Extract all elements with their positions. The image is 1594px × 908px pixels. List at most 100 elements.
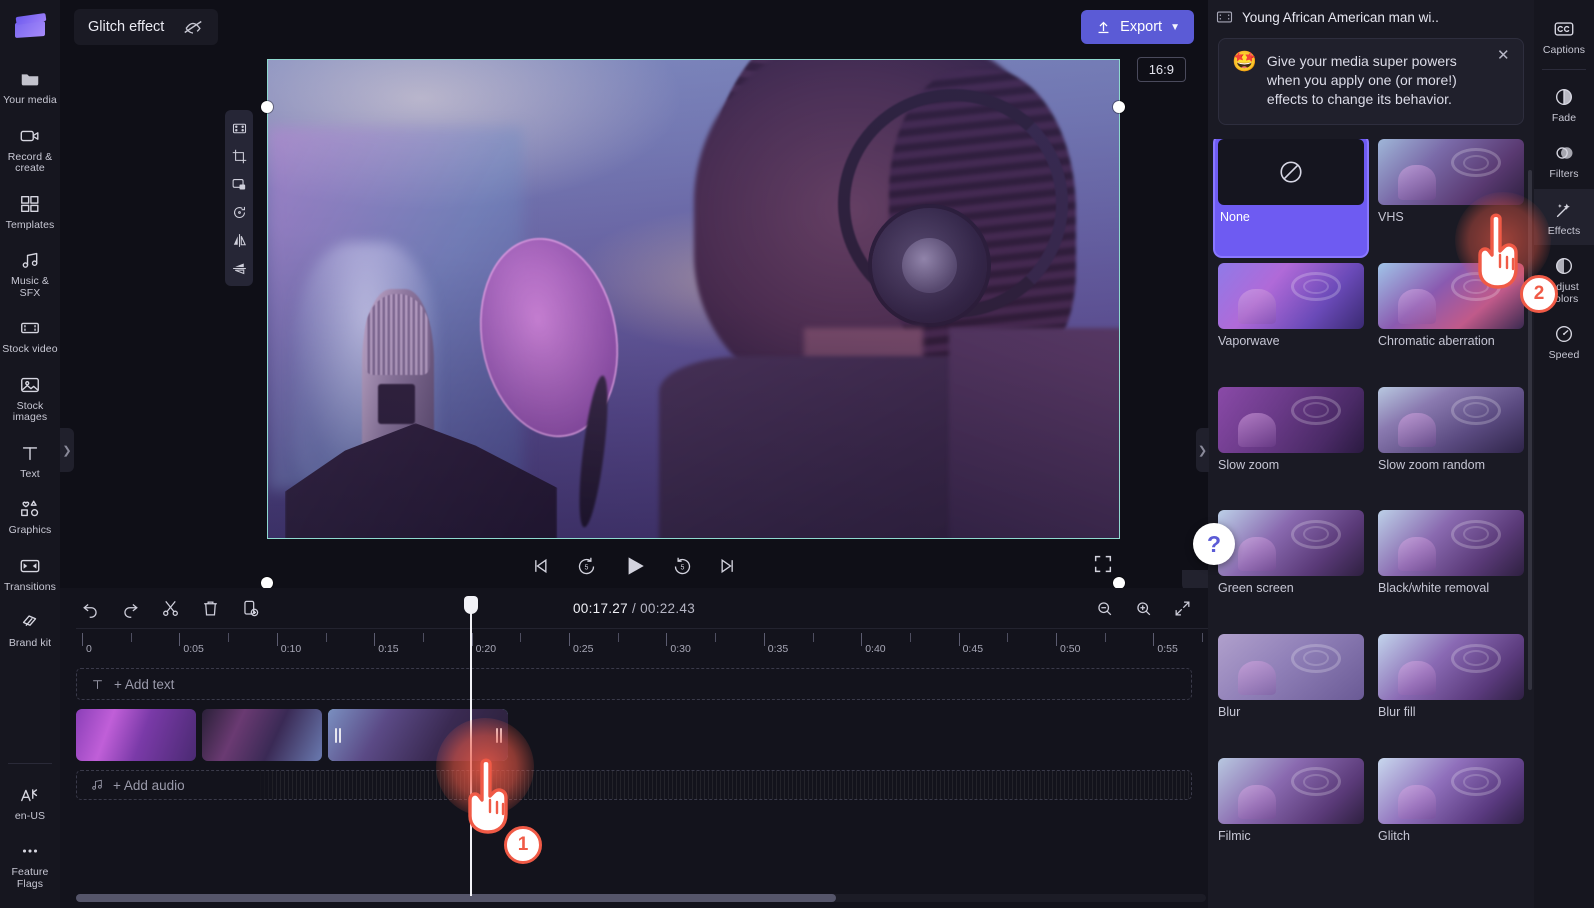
effect-option[interactable]: Blur — [1218, 634, 1364, 748]
picture-in-picture-icon[interactable] — [226, 171, 252, 197]
forward-5-button[interactable]: 5 — [669, 553, 695, 579]
effect-option[interactable]: Chromatic aberration — [1378, 262, 1524, 377]
selected-media-title: Young African American man wi.. — [1242, 9, 1439, 25]
add-text-track[interactable]: + Add text — [76, 668, 1192, 700]
effect-option[interactable]: Vaporwave — [1218, 262, 1364, 377]
rail-item-captions[interactable]: Captions — [1534, 8, 1594, 65]
sidebar-item-record-create[interactable]: Record & create — [0, 115, 60, 183]
effect-thumbnail — [1378, 634, 1524, 701]
zoom-in-button[interactable] — [1131, 596, 1155, 620]
effect-option[interactable]: Filmic — [1218, 758, 1364, 872]
undo-button[interactable] — [78, 596, 102, 620]
timeline-horizontal-scrollbar[interactable] — [76, 894, 1206, 902]
hide-preview-icon[interactable] — [182, 16, 204, 38]
clip-trim-handle-right[interactable] — [494, 725, 503, 745]
svg-text:5: 5 — [584, 564, 588, 571]
flip-vertical-icon[interactable] — [226, 255, 252, 281]
image-icon — [18, 373, 42, 397]
rail-item-label: Transitions — [3, 580, 57, 593]
playhead-handle[interactable] — [464, 596, 478, 614]
sidebar-item-graphics[interactable]: Graphics — [0, 488, 60, 545]
ellipsis-icon — [18, 839, 42, 863]
export-button[interactable]: Export ▼ — [1081, 10, 1194, 44]
skip-to-start-button[interactable] — [527, 553, 553, 579]
sidebar-item-music-sfx[interactable]: Music & SFX — [0, 239, 60, 307]
video-preview[interactable] — [267, 59, 1120, 539]
expand-left-panel-chevron[interactable]: ❯ — [60, 428, 74, 472]
rail-item-speed[interactable]: Speed — [1534, 313, 1594, 370]
timeline-clip[interactable] — [202, 709, 322, 761]
rail-item-label: Brand kit — [8, 637, 52, 649]
rail-item-fade[interactable]: Fade — [1534, 76, 1594, 133]
sidebar-item-transitions[interactable]: Transitions — [0, 545, 60, 602]
ruler-tick-minor — [228, 633, 230, 642]
rail-item-effects[interactable]: Effects — [1534, 188, 1594, 245]
rotate-icon[interactable] — [226, 199, 252, 225]
sidebar-item-en-us[interactable]: en-US — [0, 774, 60, 831]
effects-tip-card: 🤩 Give your media super powers when you … — [1218, 38, 1524, 125]
film-strip-icon — [18, 316, 42, 340]
sidebar-item-text[interactable]: Text — [0, 432, 60, 489]
timeline-clip[interactable] — [328, 709, 508, 761]
playhead[interactable] — [464, 596, 478, 896]
fit-timeline-button[interactable] — [1170, 596, 1194, 620]
effect-thumbnail — [1218, 262, 1364, 329]
timeline-ruler[interactable]: 0 0:05 0:10 0:15 0:20 0:25 0:30 0:35 0:40 0:45 0:5… — [76, 628, 1208, 656]
effect-option[interactable]: Slow zoom random — [1378, 386, 1524, 501]
effect-option[interactable]: None — [1213, 139, 1369, 258]
project-title: Glitch effect — [88, 19, 165, 35]
rail-item-label: Effects — [1547, 224, 1581, 237]
effect-option[interactable]: Slow zoom — [1218, 386, 1364, 501]
timeline: 00:17.27 / 00:22.43 0 0:05 0:10 0:15 0:2… — [60, 588, 1208, 908]
sidebar-item-templates[interactable]: Templates — [0, 183, 60, 240]
skip-to-end-button[interactable] — [715, 553, 741, 579]
flip-horizontal-icon[interactable] — [226, 227, 252, 253]
film-strip-icon — [1216, 10, 1233, 24]
effect-option[interactable]: Black/white removal — [1378, 510, 1524, 624]
stage-tool-column — [225, 110, 253, 286]
ruler-tick-minor — [1202, 633, 1204, 642]
rail-item-adjust-colors[interactable]: Adjust colors — [1534, 245, 1594, 313]
ruler-tick-minor — [325, 633, 327, 642]
sidebar-item-stock-images[interactable]: Stock images — [0, 364, 60, 432]
add-audio-track[interactable]: + Add audio — [76, 770, 1192, 800]
ruler-label: 0:25 — [573, 643, 594, 655]
play-button[interactable] — [619, 551, 649, 581]
effect-option[interactable]: Green screen — [1218, 510, 1364, 624]
ruler-tick-minor — [1007, 633, 1009, 642]
redo-button[interactable] — [118, 596, 142, 620]
effects-panel-scrollbar[interactable] — [1528, 170, 1532, 690]
ruler-tick-minor — [130, 633, 132, 642]
split-button[interactable] — [158, 596, 182, 620]
timeline-clip[interactable] — [76, 709, 196, 761]
resize-handle-top-left[interactable] — [261, 101, 273, 113]
duplicate-button[interactable] — [238, 596, 262, 620]
clip-trim-handle-left[interactable] — [333, 725, 342, 745]
project-chip[interactable]: Glitch effect — [74, 9, 219, 45]
sidebar-item-stock-video[interactable]: Stock video — [0, 307, 60, 364]
effect-option[interactable]: Blur fill — [1378, 634, 1524, 748]
effect-option[interactable]: Glitch — [1378, 758, 1524, 872]
collapse-right-panel-chevron[interactable]: ❯ — [1196, 428, 1209, 472]
sidebar-item-brand-kit[interactable]: Brand kit — [0, 601, 60, 658]
effect-thumbnail — [1218, 758, 1364, 825]
effect-label: Slow zoom random — [1378, 457, 1485, 472]
rail-item-filters[interactable]: Filters — [1534, 132, 1594, 189]
chevron-down-icon: ▼ — [1170, 21, 1180, 33]
delete-button[interactable] — [198, 596, 222, 620]
rail-item-label: Speed — [1548, 349, 1580, 361]
zoom-out-button[interactable] — [1092, 596, 1116, 620]
resize-handle-top-right[interactable] — [1113, 101, 1125, 113]
effect-option[interactable]: VHS — [1378, 139, 1524, 253]
rewind-5-button[interactable]: 5 — [573, 553, 599, 579]
crop-icon[interactable] — [226, 143, 252, 169]
fullscreen-button[interactable] — [1092, 553, 1116, 577]
help-button[interactable]: ? — [1193, 523, 1235, 565]
fit-to-frame-icon[interactable] — [226, 115, 252, 141]
sidebar-item-your-media[interactable]: Your media — [0, 58, 60, 115]
top-bar: Glitch effect Export ▼ — [60, 0, 1208, 54]
ruler-tick — [1056, 633, 1057, 646]
effect-thumbnail — [1378, 510, 1524, 577]
close-icon[interactable]: ✕ — [1497, 48, 1513, 64]
sidebar-item-feature-flags[interactable]: Feature Flags — [0, 830, 60, 898]
